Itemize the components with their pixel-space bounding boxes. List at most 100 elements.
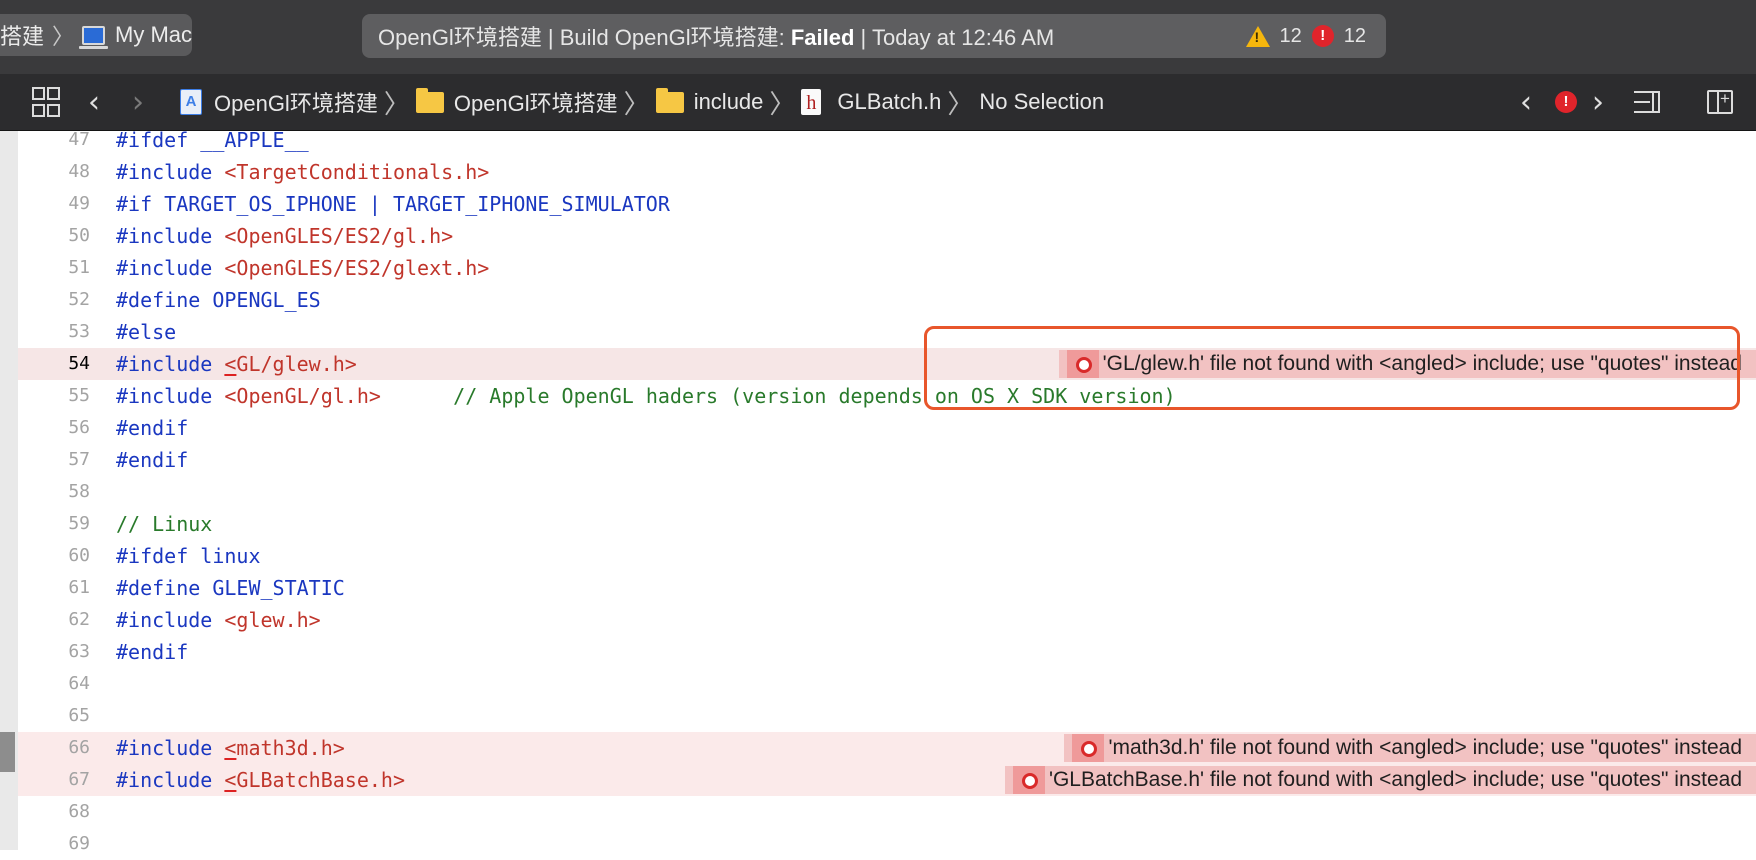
line-number[interactable]: 62: [18, 604, 90, 636]
code-line[interactable]: 66 #include <math3d.h> 'math3d.h' file not…: [18, 732, 1756, 764]
editor-gutter-strip: [0, 131, 18, 850]
code-text: #include <OpenGLES/ES2/glext.h>: [116, 256, 490, 280]
breadcrumb-folder[interactable]: include: [694, 89, 764, 115]
mac-laptop-icon: [79, 25, 108, 49]
error-icon: !: [1311, 25, 1334, 47]
code-line[interactable]: 64: [18, 668, 1756, 700]
issue-indicator[interactable]: !: [1555, 74, 1577, 130]
scheme-selector[interactable]: 搭建 〉 My Mac: [0, 14, 192, 56]
jump-bar: ‹ › A OpenGl环境搭建 〉 OpenGl环境搭建 〉 include …: [0, 74, 1756, 131]
code-line[interactable]: 63 #endif: [18, 636, 1756, 668]
code-text: #include <OpenGL/gl.h> // Apple OpenGL h…: [116, 384, 1176, 408]
error-badge-icon: [1066, 350, 1099, 378]
code-line[interactable]: 52 #define OPENGL_ES: [18, 284, 1756, 316]
build-status-prefix: OpenGl环境搭建 | Build OpenGl环境搭建:: [378, 25, 791, 50]
inline-error-annotation[interactable]: 'math3d.h' file not found with <angled> …: [1064, 734, 1756, 762]
build-result: Failed: [790, 25, 855, 50]
error-badge-icon: [1012, 766, 1045, 794]
breadcrumb-separator: 〉: [947, 89, 974, 120]
chevron-left-icon: ‹: [1520, 84, 1532, 120]
breadcrumb-symbol[interactable]: No Selection: [979, 89, 1104, 115]
next-issue-button[interactable]: ›: [1592, 74, 1604, 130]
line-number[interactable]: 61: [18, 572, 90, 604]
line-number[interactable]: 54: [18, 348, 90, 380]
code-text: #include <math3d.h>: [116, 736, 345, 760]
forward-button[interactable]: ›: [132, 74, 144, 130]
warning-count: 12: [1279, 24, 1302, 47]
code-text: // Linux: [116, 512, 213, 536]
line-number[interactable]: 48: [18, 156, 90, 188]
activity-viewer[interactable]: OpenGl环境搭建 | Build OpenGl环境搭建: Failed | …: [362, 14, 1386, 58]
line-number[interactable]: 65: [18, 700, 90, 732]
breadcrumb-separator: 〉: [383, 89, 410, 120]
code-line[interactable]: 50 #include <OpenGLES/ES2/gl.h>: [18, 220, 1756, 252]
code-line[interactable]: 53 #else: [18, 316, 1756, 348]
editor-options-button[interactable]: [1634, 74, 1660, 130]
breadcrumb-group[interactable]: OpenGl环境搭建: [454, 86, 618, 118]
line-number[interactable]: 69: [18, 828, 90, 860]
code-text: #define GLEW_STATIC: [116, 576, 345, 600]
chevron-left-icon: ‹: [88, 84, 100, 120]
inline-error-annotation[interactable]: 'GLBatchBase.h' file not found with <ang…: [1004, 766, 1756, 794]
line-number[interactable]: 67: [18, 764, 90, 796]
error-icon: !: [1555, 91, 1577, 113]
code-line[interactable]: 56 #endif: [18, 412, 1756, 444]
error-message: 'GLBatchBase.h' file not found with <ang…: [1048, 768, 1742, 791]
back-button[interactable]: ‹: [88, 74, 100, 130]
previous-issue-button[interactable]: ‹: [1520, 74, 1532, 130]
breadcrumb-project[interactable]: OpenGl环境搭建: [214, 86, 378, 118]
related-items-button[interactable]: [32, 74, 60, 130]
add-editor-button[interactable]: [1707, 74, 1733, 130]
code-text: #ifdef __APPLE__: [116, 128, 309, 152]
line-number[interactable]: 64: [18, 668, 90, 700]
code-line[interactable]: 51 #include <OpenGLES/ES2/glext.h>: [18, 252, 1756, 284]
scrollbar-thumb[interactable]: [0, 732, 15, 772]
code-line[interactable]: 60 #ifdef linux: [18, 540, 1756, 572]
code-line[interactable]: 54 #include <GL/glew.h> 'GL/glew.h' file n…: [18, 348, 1756, 380]
line-number[interactable]: 63: [18, 636, 90, 668]
line-number[interactable]: 56: [18, 412, 90, 444]
line-number[interactable]: 51: [18, 252, 90, 284]
line-number[interactable]: 50: [18, 220, 90, 252]
code-line[interactable]: 57 #endif: [18, 444, 1756, 476]
code-line[interactable]: 68: [18, 796, 1756, 828]
folder-icon: [415, 87, 444, 113]
code-text: #if TARGET_OS_IPHONE | TARGET_IPHONE_SIM…: [116, 192, 670, 216]
line-number[interactable]: 55: [18, 380, 90, 412]
line-number[interactable]: 58: [18, 476, 90, 508]
window-toolbar: 搭建 〉 My Mac OpenGl环境搭建 | Build OpenGl环境搭…: [0, 0, 1756, 74]
scheme-device-label: My Mac: [115, 22, 192, 47]
xcode-project-icon: A: [180, 89, 202, 115]
build-status-suffix: | Today at 12:46 AM: [854, 25, 1055, 50]
breadcrumb-separator: 〉: [623, 89, 650, 120]
code-line[interactable]: 47 #ifdef __APPLE__: [18, 124, 1756, 156]
code-line[interactable]: 49 #if TARGET_OS_IPHONE | TARGET_IPHONE_S…: [18, 188, 1756, 220]
code-line[interactable]: 58: [18, 476, 1756, 508]
line-number[interactable]: 47: [18, 124, 90, 156]
build-status-text: OpenGl环境搭建 | Build OpenGl环境搭建: Failed | …: [378, 20, 1054, 52]
inline-error-annotation[interactable]: 'GL/glew.h' file not found with <angled>…: [1058, 350, 1756, 378]
line-number[interactable]: 57: [18, 444, 90, 476]
line-number[interactable]: 53: [18, 316, 90, 348]
code-text: #include <glew.h>: [116, 608, 321, 632]
code-line[interactable]: 61 #define GLEW_STATIC: [18, 572, 1756, 604]
code-line[interactable]: 59 // Linux: [18, 508, 1756, 540]
code-line[interactable]: 69: [18, 828, 1756, 860]
error-badge-icon: [1072, 734, 1105, 762]
code-line[interactable]: 48 #include <TargetConditionals.h>: [18, 156, 1756, 188]
code-line[interactable]: 67 #include <GLBatchBase.h> 'GLBatchBase.h…: [18, 764, 1756, 796]
issue-counts[interactable]: 12 ! 12: [1245, 24, 1366, 48]
code-text: #endif: [116, 448, 189, 472]
line-number[interactable]: 66: [18, 732, 90, 764]
breadcrumb-file[interactable]: GLBatch.h: [837, 89, 941, 115]
scheme-separator: 〉: [52, 24, 75, 49]
code-line[interactable]: 65: [18, 700, 1756, 732]
line-number[interactable]: 49: [18, 188, 90, 220]
code-line[interactable]: 55 #include <OpenGL/gl.h> // Apple OpenGL…: [18, 380, 1756, 412]
code-text: #include <GL/glew.h>: [116, 352, 357, 376]
line-number[interactable]: 60: [18, 540, 90, 572]
line-number[interactable]: 52: [18, 284, 90, 316]
line-number[interactable]: 59: [18, 508, 90, 540]
line-number[interactable]: 68: [18, 796, 90, 828]
code-line[interactable]: 62 #include <glew.h>: [18, 604, 1756, 636]
